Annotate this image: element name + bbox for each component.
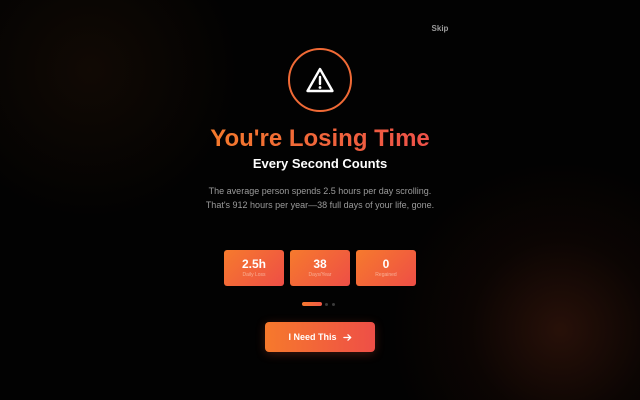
stat-label: Days/Year bbox=[308, 272, 332, 278]
warning-icon-badge bbox=[288, 48, 352, 112]
stat-value: 0 bbox=[382, 257, 390, 271]
pagination-dots bbox=[302, 302, 338, 306]
onboarding-screen: Skip You're Losing Time Every Second Cou… bbox=[0, 0, 640, 400]
stats-row: 2.5h Daily Loss 38 Days/Year 0 Regained bbox=[224, 250, 416, 286]
arrow-right-icon bbox=[342, 333, 351, 341]
title-container: You're Losing Time bbox=[0, 124, 640, 154]
i-need-this-button[interactable]: I Need This bbox=[265, 322, 375, 352]
skip-button[interactable]: Skip bbox=[424, 24, 456, 34]
page-dot[interactable] bbox=[325, 302, 328, 306]
page-dot-active[interactable] bbox=[302, 302, 322, 306]
cta-label: I Need This bbox=[288, 332, 337, 342]
stat-card-days-year: 38 Days/Year bbox=[290, 250, 350, 286]
page-title: You're Losing Time bbox=[210, 125, 430, 152]
stat-value: 2.5h bbox=[241, 257, 266, 271]
page-dot[interactable] bbox=[332, 302, 335, 306]
description-text: The average person spends 2.5 hours per … bbox=[205, 186, 435, 210]
stat-label: Daily Loss bbox=[242, 272, 266, 278]
stat-card-daily-loss: 2.5h Daily Loss bbox=[224, 250, 284, 286]
stat-card-regained: 0 Regained bbox=[356, 250, 416, 286]
warning-triangle-icon bbox=[306, 67, 334, 93]
stat-value: 38 bbox=[313, 257, 327, 271]
stat-label: Regained bbox=[375, 272, 397, 278]
page-subtitle: Every Second Counts bbox=[252, 156, 388, 171]
